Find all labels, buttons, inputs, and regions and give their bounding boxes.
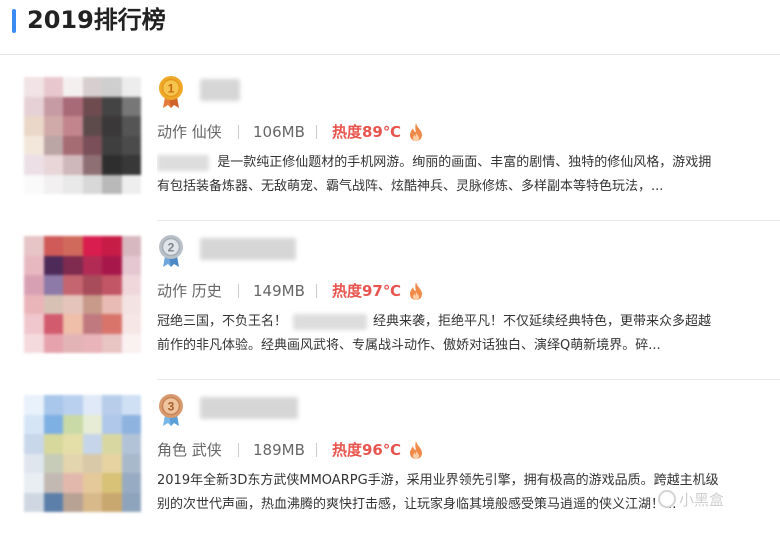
heat-value: 热度96℃	[332, 441, 402, 459]
meta-divider	[316, 443, 317, 457]
meta-divider	[316, 284, 317, 298]
description-line: 有包括装备炼器、无敌萌宠、霸气战阵、炫酷神兵、灵脉修炼、多样副本等特色玩法，..…	[157, 179, 664, 194]
flame-icon	[410, 441, 422, 459]
flame-icon	[410, 282, 422, 300]
inline-name-redacted	[293, 313, 368, 330]
game-description: 是一款纯正修仙题材的手机网游。绚丽的画面、丰富的剧情、独特的修仙风格，游戏拥 有…	[157, 151, 757, 199]
page-title: 2019排行榜	[27, 6, 166, 34]
game-category: 动作 历史	[157, 282, 222, 300]
game-size: 106MB	[253, 123, 305, 141]
heat-value: 热度97℃	[332, 282, 402, 300]
watermark: 小黑盒	[658, 489, 724, 510]
medal-rank: 1	[168, 82, 175, 96]
game-thumbnail[interactable]	[24, 236, 141, 353]
heat-value: 热度89℃	[332, 123, 402, 141]
bronze-medal-icon: 3	[159, 394, 183, 426]
inline-name-redacted	[157, 154, 209, 171]
game-size: 189MB	[253, 441, 305, 459]
description-line: 是一款纯正修仙题材的手机网游。绚丽的画面、丰富的剧情、独特的修仙风格，游戏拥	[157, 151, 757, 175]
meta-divider	[238, 443, 239, 457]
meta-divider	[238, 125, 239, 139]
game-thumbnail[interactable]	[24, 395, 141, 512]
ranking-item-2[interactable]: 2 动作 历史 149MB 热度97℃ 冠绝三国，不负王名！ 经典来袭，拒绝平凡！…	[0, 222, 780, 380]
game-name-redacted[interactable]	[200, 397, 298, 419]
medal-rank: 2	[168, 241, 175, 255]
description-line: 冠绝三国，不负王名！ 经典来袭，拒绝平凡！不仅延续经典特色，更带来众多超越	[157, 313, 712, 330]
description-line: 前作的非凡体验。经典画风武将、专属战斗动作、傲娇对话独白、演绎Q萌新境界。碎..…	[157, 338, 661, 353]
game-category: 动作 仙侠	[157, 123, 222, 141]
game-description: 冠绝三国，不负王名！ 经典来袭，拒绝平凡！不仅延续经典特色，更带来众多超越 前作的…	[157, 310, 757, 358]
game-name-redacted[interactable]	[200, 79, 240, 101]
game-size: 149MB	[253, 282, 305, 300]
ranking-item-3[interactable]: 3 角色 武侠 189MB 热度96℃ 2019年全新3D东方武侠MMOARPG…	[0, 381, 780, 539]
watermark-logo-icon	[658, 490, 676, 508]
game-thumbnail[interactable]	[24, 77, 141, 194]
silver-medal-icon: 2	[159, 235, 183, 267]
item-divider	[157, 379, 780, 380]
watermark-text: 小黑盒	[679, 491, 725, 509]
meta-divider	[238, 284, 239, 298]
flame-icon	[410, 123, 422, 141]
item-divider	[157, 220, 780, 221]
gold-medal-icon: 1	[159, 76, 183, 108]
section-header: 2019排行榜	[0, 0, 780, 55]
game-category: 角色 武侠	[157, 441, 222, 459]
title-accent-bar	[12, 9, 16, 33]
game-name-redacted[interactable]	[200, 238, 296, 260]
medal-rank: 3	[168, 400, 175, 414]
ranking-item-1[interactable]: 1 动作 仙侠 106MB 热度89℃ 是一款纯正修仙题材的手机网游。绚丽的画面…	[0, 63, 780, 221]
meta-divider	[316, 125, 317, 139]
